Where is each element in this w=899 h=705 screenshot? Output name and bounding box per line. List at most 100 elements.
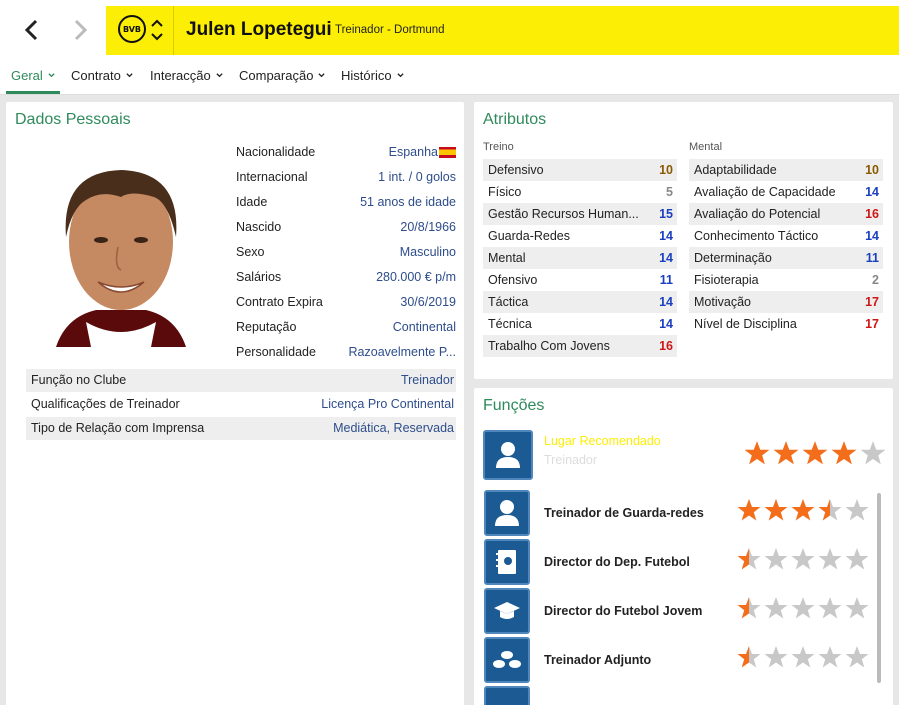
star-icon <box>818 597 842 619</box>
attribute-value: 14 <box>659 229 673 243</box>
person-icon <box>496 442 520 468</box>
row-label: Sexo <box>236 245 265 259</box>
personal-row: Nascido 20/8/1966 <box>230 215 456 240</box>
role-stars <box>737 645 872 669</box>
row-value[interactable]: 1 int. / 0 golos <box>378 170 456 184</box>
star-icon <box>791 646 815 668</box>
attribute-label: Avaliação de Capacidade <box>694 185 836 199</box>
chevron-down-icon <box>396 73 404 78</box>
role-icon <box>484 686 530 705</box>
role-row[interactable]: Treinador de Guarda-redes <box>484 490 874 538</box>
role-row[interactable]: Director do Dep. Futebol <box>484 539 874 587</box>
attribute-row[interactable]: Técnica 14 <box>483 313 677 335</box>
row-value[interactable]: Masculino <box>400 245 456 259</box>
row-value[interactable]: Mediática, Reservada <box>333 421 454 435</box>
club-badge-text: BVB <box>122 24 142 34</box>
attribute-row[interactable]: Avaliação do Potencial 16 <box>689 203 883 225</box>
chevron-down-icon <box>126 73 133 78</box>
attribute-row[interactable]: Motivação 17 <box>689 291 883 313</box>
star-icon <box>818 499 842 521</box>
attribute-label: Determinação <box>694 251 772 265</box>
star-icon <box>737 646 761 668</box>
attribute-label: Fisioterapia <box>694 273 759 287</box>
attribute-row[interactable]: Determinação 11 <box>689 247 883 269</box>
attribute-row[interactable]: Gestão Recursos Human... 15 <box>483 203 677 225</box>
attribute-row[interactable]: Ofensivo 11 <box>483 269 677 291</box>
attribute-row[interactable]: Nível de Disciplina 17 <box>689 313 883 335</box>
role-icon <box>484 490 530 536</box>
row-label: Personalidade <box>236 345 316 359</box>
row-value[interactable]: 51 anos de idade <box>360 195 456 209</box>
role-row-partial[interactable] <box>484 686 874 705</box>
star-icon <box>791 499 815 521</box>
attribute-row[interactable]: Guarda-Redes 14 <box>483 225 677 247</box>
star-icon <box>845 597 869 619</box>
row-value[interactable]: 280.000 € p/m <box>376 270 456 284</box>
attribute-value: 10 <box>659 163 673 177</box>
role-row[interactable]: Director do Futebol Jovem <box>484 588 874 636</box>
star-icon <box>764 499 788 521</box>
attribute-value: 17 <box>865 295 879 309</box>
attribute-value: 16 <box>865 207 879 221</box>
club-badge[interactable]: BVB <box>118 15 146 43</box>
row-value[interactable]: 20/8/1966 <box>400 220 456 234</box>
attribute-row[interactable]: Avaliação de Capacidade 14 <box>689 181 883 203</box>
star-icon <box>737 499 761 521</box>
forward-button[interactable] <box>56 10 106 50</box>
roles-scrollbar[interactable] <box>877 493 881 683</box>
back-button[interactable] <box>6 10 56 50</box>
attribute-value: 5 <box>666 185 673 199</box>
switch-club-icon[interactable] <box>150 16 164 44</box>
attribute-row[interactable]: Fisioterapia 2 <box>689 269 883 291</box>
attribute-row[interactable]: Adaptabilidade 10 <box>689 159 883 181</box>
chevron-right-icon <box>74 19 88 41</box>
row-label: Função no Clube <box>31 373 127 387</box>
row-value[interactable]: Treinador <box>401 373 454 387</box>
role-row[interactable]: Treinador Adjunto <box>484 637 874 685</box>
attribute-value: 2 <box>872 273 879 287</box>
row-label: Nacionalidade <box>236 145 316 159</box>
tab-interaccao[interactable]: Interacção <box>150 68 223 83</box>
row-value[interactable]: Espanha <box>389 145 438 159</box>
attribute-label: Gestão Recursos Human... <box>488 207 639 221</box>
star-icon <box>845 548 869 570</box>
header-bar: BVB Julen Lopetegui Treinador - Dortmund <box>0 0 899 55</box>
group-icon <box>493 651 521 668</box>
star-icon <box>831 441 857 465</box>
tab-label: Contrato <box>71 68 121 83</box>
attribute-label: Adaptabilidade <box>694 163 777 177</box>
attribute-row[interactable]: Conhecimento Táctico 14 <box>689 225 883 247</box>
page-subtitle: Treinador - Dortmund <box>335 24 445 36</box>
attribute-row[interactable]: Trabalho Com Jovens 16 <box>483 335 677 357</box>
role-name: Treinador Adjunto <box>544 653 652 667</box>
row-value[interactable]: 30/6/2019 <box>400 295 456 309</box>
tab-historico[interactable]: Histórico <box>341 68 404 83</box>
tab-label: Interacção <box>150 68 211 83</box>
attribute-label: Nível de Disciplina <box>694 317 797 331</box>
roles-panel: Funções Lugar Recomendado Treinador Trei… <box>474 388 893 705</box>
row-value[interactable]: Razoavelmente P... <box>349 345 456 359</box>
row-value[interactable]: Continental <box>393 320 456 334</box>
treino-heading: Treino <box>483 141 514 153</box>
attribute-row[interactable]: Táctica 14 <box>483 291 677 313</box>
tab-geral[interactable]: Geral <box>11 68 55 83</box>
attribute-label: Motivação <box>694 295 751 309</box>
attribute-row[interactable]: Defensivo 10 <box>483 159 677 181</box>
recommended-label: Lugar Recomendado <box>544 434 661 448</box>
graduation-cap-icon <box>494 602 520 619</box>
recommended-stars <box>744 440 889 466</box>
star-icon <box>845 499 869 521</box>
attribute-row[interactable]: Físico 5 <box>483 181 677 203</box>
attribute-row[interactable]: Mental 14 <box>483 247 677 269</box>
attribute-value: 14 <box>659 317 673 331</box>
star-icon <box>791 597 815 619</box>
tab-contrato[interactable]: Contrato <box>71 68 133 83</box>
row-label: Idade <box>236 195 268 209</box>
club-bar: BVB Julen Lopetegui Treinador - Dortmund <box>106 6 899 55</box>
club-info-row: Qualificações de Treinador Licença Pro Co… <box>26 393 456 416</box>
attribute-value: 14 <box>865 185 879 199</box>
panel-title: Atributos <box>483 111 547 128</box>
row-value[interactable]: Licença Pro Continental <box>321 397 454 411</box>
tab-comparacao[interactable]: Comparação <box>239 68 326 83</box>
row-label: Salários <box>236 270 282 284</box>
